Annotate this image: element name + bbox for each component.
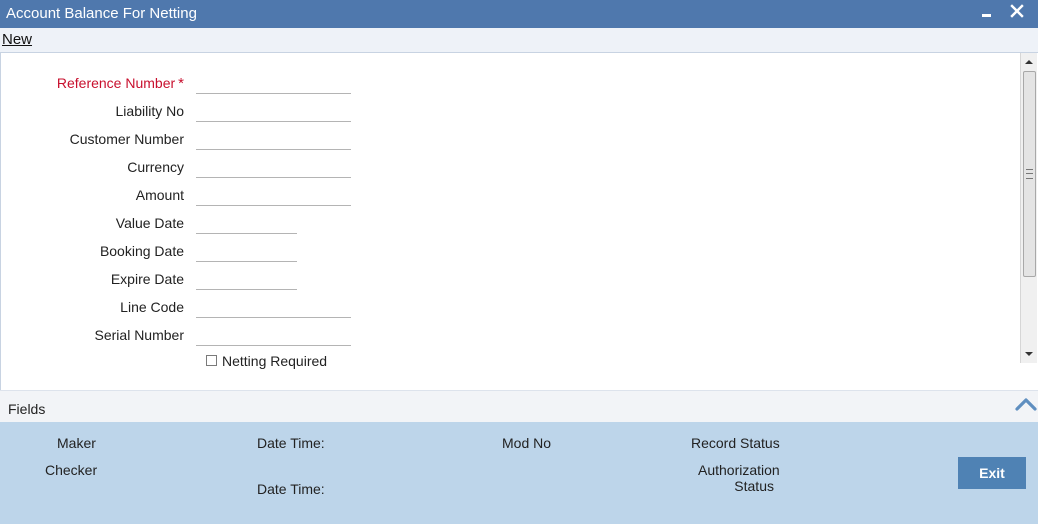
- form-area: Reference Number * Liability No Customer …: [0, 53, 1021, 390]
- reference-number-label: Reference Number *: [56, 75, 184, 92]
- window-title: Account Balance For Netting: [6, 5, 197, 22]
- netting-required-checkbox[interactable]: [206, 355, 217, 366]
- maker-date-time-label: Date Time:: [257, 435, 325, 451]
- vertical-scrollbar[interactable]: [1020, 53, 1037, 363]
- reference-number-input[interactable]: [196, 69, 351, 94]
- scroll-up-icon[interactable]: [1021, 55, 1037, 69]
- new-link[interactable]: New: [2, 31, 32, 48]
- value-date-label: Value Date: [115, 215, 184, 231]
- authorization-status-label: Authorization Status: [698, 462, 780, 494]
- scroll-grip-icon: [1026, 169, 1033, 179]
- currency-input[interactable]: [196, 153, 351, 178]
- fields-bar: Fields: [0, 390, 1038, 423]
- menu-bar: New: [0, 28, 1038, 53]
- booking-date-input[interactable]: [196, 237, 297, 262]
- expire-date-label: Expire Date: [110, 271, 184, 287]
- line-code-label: Line Code: [120, 299, 184, 315]
- line-code-input[interactable]: [196, 293, 351, 318]
- amount-label: Amount: [135, 187, 184, 203]
- currency-label: Currency: [127, 159, 184, 175]
- serial-number-row: Serial Number: [1, 321, 401, 355]
- amount-input[interactable]: [196, 181, 351, 206]
- window-titlebar: Account Balance For Netting: [0, 0, 1038, 28]
- mod-no-label: Mod No: [502, 435, 552, 451]
- value-date-input[interactable]: [196, 209, 297, 234]
- serial-number-input[interactable]: [196, 321, 351, 346]
- expire-date-input[interactable]: [196, 265, 297, 290]
- required-asterisk: *: [178, 75, 184, 92]
- maker-label: Maker: [57, 435, 96, 451]
- customer-number-input[interactable]: [196, 125, 351, 150]
- scrollbar-thumb[interactable]: [1023, 71, 1036, 277]
- audit-panel: Maker Checker Date Time: Date Time: Mod …: [0, 422, 1038, 524]
- serial-number-label: Serial Number: [94, 327, 184, 343]
- minimize-icon[interactable]: [976, 2, 998, 24]
- fields-label: Fields: [8, 401, 46, 417]
- liability-no-input[interactable]: [196, 97, 351, 122]
- scroll-down-icon[interactable]: [1021, 347, 1037, 361]
- exit-button[interactable]: Exit: [958, 457, 1026, 489]
- checker-date-time-label: Date Time:: [257, 481, 325, 497]
- record-status-label: Record Status: [691, 435, 780, 451]
- checker-label: Checker: [45, 462, 98, 478]
- customer-number-label: Customer Number: [69, 131, 184, 147]
- booking-date-label: Booking Date: [99, 243, 184, 259]
- close-icon[interactable]: [1006, 2, 1028, 24]
- liability-no-label: Liability No: [115, 103, 184, 119]
- collapse-chevron-up-icon[interactable]: [1014, 393, 1038, 415]
- netting-required-label: Netting Required: [222, 353, 328, 369]
